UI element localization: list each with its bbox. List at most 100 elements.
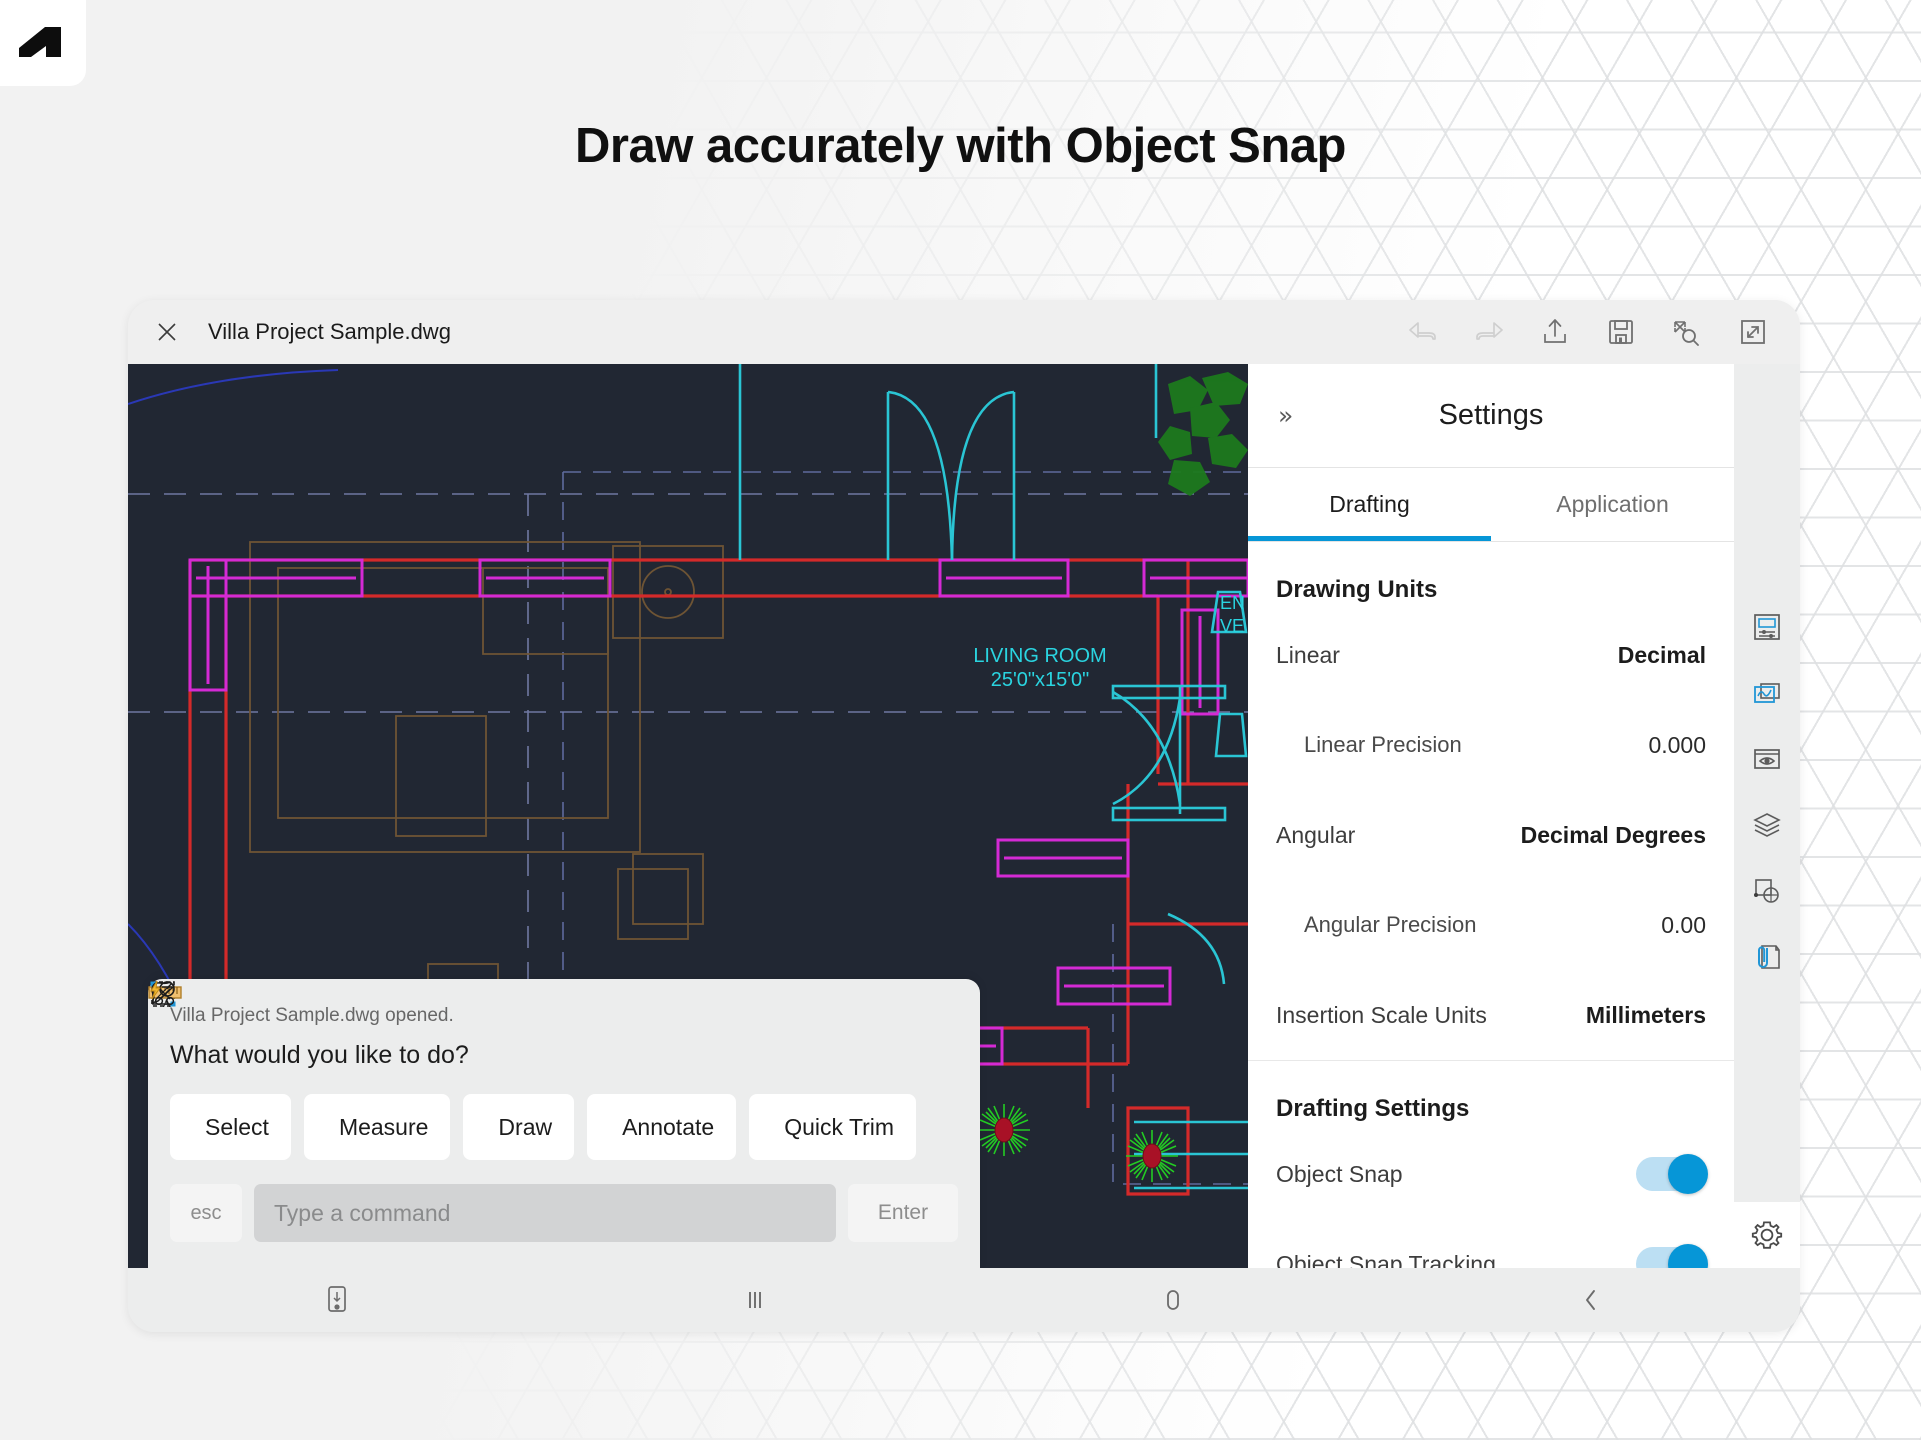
settings-header: » Settings: [1248, 364, 1734, 468]
setting-value-angular-precision: 0.00: [1661, 911, 1706, 938]
collapse-panel-icon[interactable]: »: [1278, 401, 1293, 430]
android-nav-bar: [128, 1268, 1800, 1332]
setting-row-angular-precision[interactable]: Angular Precision 0.00: [1276, 880, 1706, 970]
app-title-bar: Villa Project Sample.dwg: [128, 300, 1800, 364]
select-button[interactable]: Select: [151, 981, 291, 1160]
redo-icon[interactable]: [1470, 313, 1508, 351]
clipped-room-label-line2: VE: [1220, 616, 1244, 636]
settings-gear-icon[interactable]: [1734, 1202, 1800, 1268]
attachments-glyph: [1758, 945, 1780, 969]
share-glyph: [1544, 319, 1566, 343]
enter-button[interactable]: Enter: [848, 1184, 958, 1242]
back-glyph: [1586, 1290, 1595, 1310]
visibility-eye-glyph: [1754, 749, 1780, 769]
command-action-list: Select Measure Draw A Annotate Quick Tri…: [148, 980, 958, 1160]
document-filename: Villa Project Sample.dwg: [208, 319, 451, 344]
blocks-glyph: [1754, 879, 1779, 903]
layers-icon[interactable]: [1734, 792, 1800, 858]
setting-row-insertion-scale-units[interactable]: Insertion Scale Units Millimeters: [1276, 970, 1706, 1060]
blocks-icon[interactable]: [1734, 858, 1800, 924]
setting-value-linear: Decimal: [1617, 641, 1706, 668]
recents-icon[interactable]: [546, 1285, 964, 1315]
zoom-extents-icon[interactable]: [1668, 313, 1706, 351]
redo-glyph: [1476, 322, 1503, 340]
tablet-device-frame: Villa Project Sample.dwg LIVING ROOM 25'…: [128, 300, 1800, 1332]
setting-row-object-snap[interactable]: Object Snap: [1276, 1129, 1708, 1219]
measure-button[interactable]: Measure: [148, 986, 451, 1160]
tab-application[interactable]: Application: [1491, 468, 1734, 541]
autodesk-logo-mark: [19, 27, 61, 57]
setting-value-angular: Decimal Degrees: [1520, 821, 1706, 848]
drawing-canvas[interactable]: LIVING ROOM 25'0"x15'0" EN VE Villa Proj…: [128, 364, 1248, 1268]
setting-label-angular-precision: Angular Precision: [1304, 912, 1477, 937]
settings-gear-glyph: [1751, 1221, 1783, 1249]
viewports-icon[interactable]: [1734, 660, 1800, 726]
close-glyph: [158, 323, 176, 341]
setting-row-object-snap-tracking[interactable]: Object Snap Tracking: [1276, 1219, 1708, 1269]
draw-button-label: Draw: [498, 1113, 553, 1140]
setting-row-angular[interactable]: Angular Decimal Degrees: [1276, 790, 1706, 880]
clipped-room-label-line1: EN: [1220, 593, 1245, 613]
zoom-extents-glyph: [1674, 321, 1699, 346]
properties-panel-icon[interactable]: [1734, 594, 1800, 660]
section-drawing-units: Drawing Units Linear Decimal Linear Prec…: [1248, 542, 1734, 1060]
save-icon[interactable]: [1602, 313, 1640, 351]
setting-row-linear[interactable]: Linear Decimal: [1276, 610, 1706, 700]
quick-trim-button-label: Quick Trim: [784, 1113, 895, 1140]
draw-button[interactable]: Draw: [150, 981, 575, 1160]
tab-drafting[interactable]: Drafting: [1248, 468, 1491, 541]
visibility-eye-icon[interactable]: [1734, 726, 1800, 792]
setting-label-linear: Linear: [1276, 641, 1340, 668]
command-prompt-text: What would you like to do?: [170, 1041, 469, 1069]
object-snap-tracking-toggle[interactable]: [1636, 1244, 1708, 1268]
object-snap-toggle[interactable]: [1636, 1154, 1708, 1194]
toggle-knob: [1668, 1154, 1708, 1194]
screenshot-glyph: [328, 1286, 346, 1312]
settings-panel: » Settings Drafting Application Drawing …: [1248, 364, 1734, 1268]
undo-icon[interactable]: [1404, 313, 1442, 351]
home-glyph: [1167, 1290, 1179, 1310]
viewports-glyph: [1754, 683, 1780, 703]
section-heading-drafting-settings: Drafting Settings: [1276, 1095, 1470, 1122]
section-drafting-settings: Drafting Settings Object Snap Object Sna…: [1248, 1060, 1734, 1268]
app-body: LIVING ROOM 25'0"x15'0" EN VE Villa Proj…: [128, 364, 1800, 1268]
right-icon-rail: [1734, 364, 1800, 1268]
titlebar-toolbar: [1404, 313, 1780, 351]
undo-glyph: [1409, 322, 1436, 340]
section-heading-drawing-units: Drawing Units: [1276, 576, 1438, 603]
fullscreen-glyph: [1741, 320, 1765, 344]
share-icon[interactable]: [1536, 313, 1574, 351]
page-title: Draw accurately with Object Snap: [575, 119, 1346, 173]
floppy-glyph: [1609, 320, 1633, 344]
room-dimensions: 25'0"x15'0": [991, 669, 1090, 691]
setting-value-insertion-scale-units: Millimeters: [1585, 1001, 1706, 1028]
annotate-button[interactable]: A Annotate: [151, 981, 737, 1160]
back-icon[interactable]: [1382, 1285, 1800, 1315]
setting-value-linear-precision: 0.000: [1648, 731, 1706, 758]
command-input-row: esc Enter: [170, 1184, 958, 1268]
setting-label-insertion-scale-units: Insertion Scale Units: [1276, 1001, 1487, 1028]
select-button-label: Select: [205, 1113, 269, 1140]
command-panel: Villa Project Sample.dwg opened. What wo…: [148, 979, 980, 1268]
setting-row-linear-precision[interactable]: Linear Precision 0.000: [1276, 700, 1706, 790]
properties-panel-glyph: [1754, 614, 1780, 640]
settings-tabs: Drafting Application: [1248, 468, 1734, 542]
setting-label-object-snap-tracking: Object Snap Tracking: [1276, 1250, 1496, 1269]
settings-title: Settings: [1438, 399, 1544, 431]
settings-scroll-area[interactable]: Drawing Units Linear Decimal Linear Prec…: [1248, 542, 1734, 1268]
layers-glyph: [1753, 813, 1781, 837]
home-icon[interactable]: [964, 1285, 1382, 1315]
screenshot-icon[interactable]: [128, 1285, 546, 1315]
setting-label-linear-precision: Linear Precision: [1304, 732, 1462, 757]
close-icon[interactable]: [150, 315, 184, 349]
command-input[interactable]: [254, 1184, 836, 1242]
fullscreen-icon[interactable]: [1734, 313, 1772, 351]
autodesk-logo: [0, 0, 86, 86]
recents-glyph: [749, 1292, 761, 1308]
toggle-knob: [1668, 1244, 1708, 1268]
attachments-icon[interactable]: [1734, 924, 1800, 990]
esc-button[interactable]: esc: [170, 1184, 242, 1242]
annotate-button-label: Annotate: [622, 1113, 715, 1140]
setting-label-object-snap: Object Snap: [1276, 1160, 1403, 1187]
quick-trim-button[interactable]: Quick Trim: [150, 980, 917, 1160]
